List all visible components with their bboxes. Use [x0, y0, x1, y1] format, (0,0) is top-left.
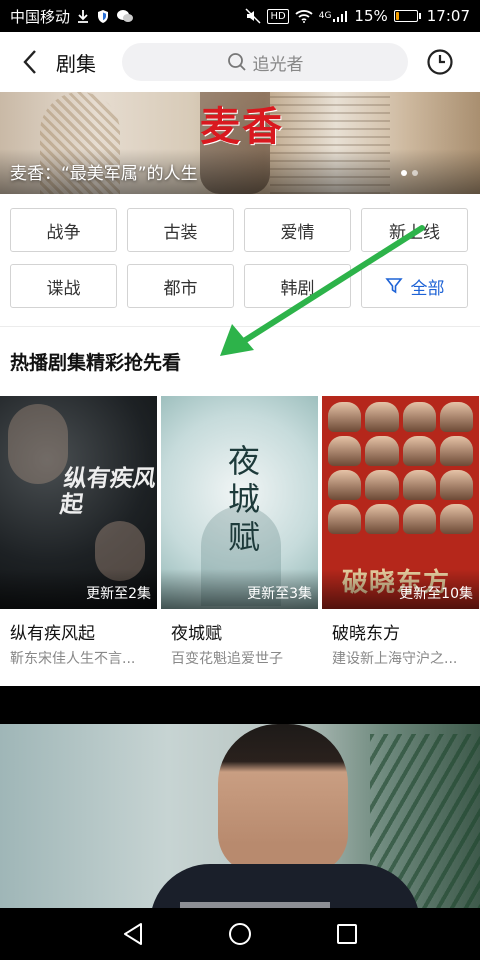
- update-badge: 更新至3集: [247, 586, 312, 602]
- circle-home-icon: [228, 923, 251, 945]
- video-top-bar: [0, 686, 480, 724]
- show-list: 纵有疾风起 更新至2集 纵有疾风起 靳东宋佳人生不言... 夜城赋 更新至3集 …: [0, 396, 480, 668]
- battery-icon: [393, 10, 421, 22]
- show-desc: 靳东宋佳人生不言...: [10, 651, 136, 667]
- nav-home-button[interactable]: [220, 914, 260, 954]
- system-nav-bar: [0, 908, 480, 960]
- video-player[interactable]: [0, 724, 480, 908]
- chevron-left-icon: [23, 50, 36, 74]
- hd-icon: HD: [267, 8, 289, 24]
- show-card[interactable]: 破晓东方 更新至10集 破晓东方 建设新上海守沪之...: [322, 396, 479, 668]
- banner-carousel[interactable]: 麦香 麦香：“最美军属”的人生: [0, 92, 480, 194]
- section-title: 热播剧集精彩抢先看: [10, 352, 182, 374]
- show-name[interactable]: 夜城赋: [171, 619, 318, 644]
- nav-recents-button[interactable]: [327, 914, 367, 954]
- show-desc: 建设新上海守沪之...: [332, 651, 458, 667]
- clock: 17:07: [426, 7, 470, 25]
- clock-icon: [427, 49, 453, 75]
- poster-cast-grid: [328, 402, 473, 534]
- show-poster[interactable]: 夜城赋 更新至3集: [161, 396, 318, 609]
- history-button[interactable]: [418, 40, 462, 84]
- wifi-icon: [295, 9, 313, 23]
- show-poster[interactable]: 纵有疾风起 更新至2集: [0, 396, 157, 609]
- poster-title: 夜城赋: [223, 444, 261, 558]
- poster-face: [8, 404, 68, 484]
- search-icon: [227, 53, 246, 71]
- wechat-icon: [116, 9, 134, 24]
- carousel-dot: [412, 170, 418, 176]
- carrier-label: 中国移动: [10, 7, 71, 26]
- triangle-back-icon: [124, 923, 143, 945]
- show-name[interactable]: 破晓东方: [332, 619, 479, 644]
- status-bar: 中国移动 HD 4G 15% 17:07: [0, 0, 480, 32]
- update-badge: 更新至10集: [399, 586, 473, 602]
- video-person: [218, 724, 348, 874]
- nav-back-button[interactable]: [113, 914, 153, 954]
- shield-icon: [96, 9, 110, 24]
- update-badge: 更新至2集: [86, 586, 151, 602]
- signal-icon: 4G: [319, 10, 349, 23]
- show-card[interactable]: 纵有疾风起 更新至2集 纵有疾风起 靳东宋佳人生不言...: [0, 396, 157, 668]
- banner-logo: 麦香: [200, 104, 284, 150]
- network-label: 4G: [318, 11, 332, 21]
- show-card[interactable]: 夜城赋 更新至3集 夜城赋 百变花魁追爱世子: [161, 396, 318, 668]
- category-war[interactable]: 战争: [10, 208, 117, 252]
- carousel-dot: [401, 170, 407, 176]
- header: 剧集 追光者: [0, 32, 480, 92]
- square-recents-icon: [336, 924, 357, 944]
- banner-caption: 麦香：“最美军属”的人生: [10, 164, 198, 184]
- battery-percent: 15%: [354, 7, 388, 25]
- back-button[interactable]: [8, 40, 52, 84]
- mute-icon: [245, 8, 262, 24]
- page-title: 剧集: [56, 51, 96, 76]
- show-poster[interactable]: 破晓东方 更新至10集: [322, 396, 479, 609]
- show-desc: 百变花魁追爱世子: [171, 651, 283, 667]
- annotation-arrow-icon: [220, 225, 425, 356]
- poster-title: 纵有疾风起: [58, 466, 157, 518]
- show-name[interactable]: 纵有疾风起: [10, 619, 157, 644]
- search-input[interactable]: 追光者: [122, 43, 408, 81]
- category-spy[interactable]: 谍战: [10, 264, 117, 308]
- download-icon: [76, 9, 90, 23]
- carousel-dots: [401, 170, 418, 176]
- search-placeholder: 追光者: [252, 54, 304, 75]
